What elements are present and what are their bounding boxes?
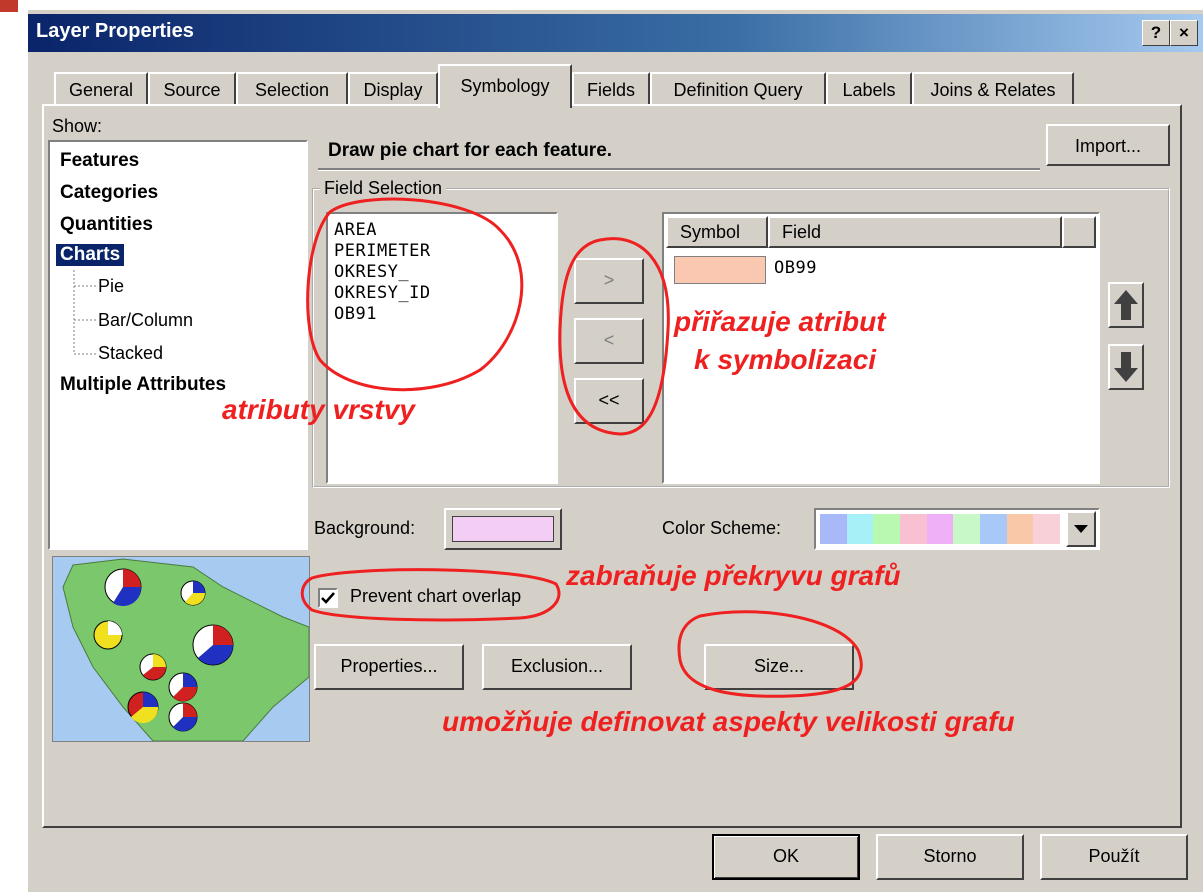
tab-joins-relates[interactable]: Joins & Relates: [912, 72, 1074, 106]
tree-item-bar-column[interactable]: Bar/Column: [98, 310, 193, 331]
background-window-fragment: [0, 0, 18, 12]
background-color-swatch: [452, 516, 554, 542]
field-selection-label: Field Selection: [320, 178, 447, 199]
annotation-overlap: zabraňuje překryvu grafů: [566, 560, 901, 591]
tab-fields[interactable]: Fields: [572, 72, 650, 106]
tab-symbology[interactable]: Symbology: [438, 64, 572, 108]
ok-button[interactable]: OK: [712, 834, 860, 880]
annotation-assign-line2: k symbolizaci: [694, 344, 877, 375]
move-all-left-button[interactable]: <<: [574, 378, 644, 424]
arrow-down-icon: [1114, 352, 1138, 382]
cancel-button[interactable]: Storno: [876, 834, 1024, 880]
background-color-button[interactable]: [444, 508, 562, 550]
list-item[interactable]: PERIMETER: [334, 241, 550, 262]
tree-item-stacked[interactable]: Stacked: [98, 343, 163, 364]
title-bar: [28, 14, 1203, 52]
table-header-spare: [1062, 216, 1096, 248]
checkmark-icon: [321, 592, 335, 604]
annotation-size: umožňuje definovat aspekty velikosti gra…: [442, 706, 1015, 737]
arrow-up-icon: [1114, 290, 1138, 320]
color-scheme-swatch: [1006, 514, 1034, 544]
color-scheme-dropdown-button[interactable]: [1066, 511, 1096, 547]
tab-display[interactable]: Display: [348, 72, 438, 106]
tree-item-categories[interactable]: Categories: [60, 182, 158, 204]
list-item[interactable]: OKRESY_ID: [334, 283, 550, 304]
properties-button[interactable]: Properties...: [314, 644, 464, 690]
color-scheme-swatch: [953, 514, 981, 544]
tab-source[interactable]: Source: [148, 72, 236, 106]
color-scheme-swatch: [846, 514, 874, 544]
color-ramp: [820, 514, 1061, 544]
table-row-field[interactable]: OB99: [774, 258, 817, 279]
color-scheme-swatch: [926, 514, 954, 544]
tab-general[interactable]: General: [54, 72, 148, 106]
exclusion-button[interactable]: Exclusion...: [482, 644, 632, 690]
move-up-button[interactable]: [1108, 282, 1144, 328]
color-scheme-swatch: [980, 514, 1007, 544]
tree-connector-lines: [73, 270, 96, 355]
tab-definition-query[interactable]: Definition Query: [650, 72, 826, 106]
help-button[interactable]: ?: [1142, 20, 1170, 46]
tree-item-multiple-attributes[interactable]: Multiple Attributes: [60, 374, 226, 396]
tree-item-charts[interactable]: Charts: [56, 244, 125, 266]
table-header-field[interactable]: Field: [768, 216, 1062, 248]
size-button[interactable]: Size...: [704, 644, 854, 690]
tab-selection[interactable]: Selection: [236, 72, 348, 106]
available-fields-list[interactable]: AREA PERIMETER OKRESY_ OKRESY_ID OB91: [326, 212, 558, 484]
table-cell-field: OB99: [774, 258, 817, 278]
background-label: Background:: [314, 518, 416, 538]
color-scheme-swatch: [873, 514, 901, 544]
color-scheme-swatch: [900, 514, 927, 544]
move-down-button[interactable]: [1108, 344, 1144, 390]
south-america-map-icon: [62, 558, 309, 741]
color-scheme-swatch: [820, 514, 847, 544]
description-separator: [318, 168, 1040, 171]
prevent-overlap-label[interactable]: Prevent chart overlap: [350, 586, 521, 607]
table-header-symbol[interactable]: Symbol: [666, 216, 768, 248]
annotation-assign-line1: přiřazuje atribut: [674, 306, 886, 337]
move-left-button[interactable]: <: [574, 318, 644, 364]
annotation-fields: atributy vrstvy: [222, 394, 415, 425]
list-item[interactable]: OB91: [334, 304, 550, 325]
symbol-swatch[interactable]: [674, 256, 766, 284]
color-scheme-dropdown[interactable]: [814, 508, 1100, 550]
move-right-button[interactable]: >: [574, 258, 644, 304]
tree-item-pie[interactable]: Pie: [98, 276, 124, 297]
close-button[interactable]: ×: [1170, 20, 1198, 46]
color-scheme-swatch: [1033, 514, 1061, 544]
show-label: Show:: [52, 116, 103, 136]
tree-item-quantities[interactable]: Quantities: [60, 214, 153, 236]
tab-labels[interactable]: Labels: [826, 72, 912, 106]
list-item[interactable]: OKRESY_: [334, 262, 550, 283]
prevent-overlap-checkbox[interactable]: [318, 588, 338, 608]
import-button[interactable]: Import...: [1046, 124, 1170, 166]
chart-preview-image: [52, 556, 310, 742]
list-item[interactable]: AREA: [334, 220, 550, 241]
chevron-down-icon: [1074, 525, 1088, 533]
apply-button[interactable]: Použít: [1040, 834, 1188, 880]
window-title: Layer Properties: [36, 20, 194, 42]
renderer-description: Draw pie chart for each feature.: [328, 140, 613, 161]
tree-item-features[interactable]: Features: [60, 150, 139, 172]
color-scheme-label: Color Scheme:: [662, 518, 782, 538]
